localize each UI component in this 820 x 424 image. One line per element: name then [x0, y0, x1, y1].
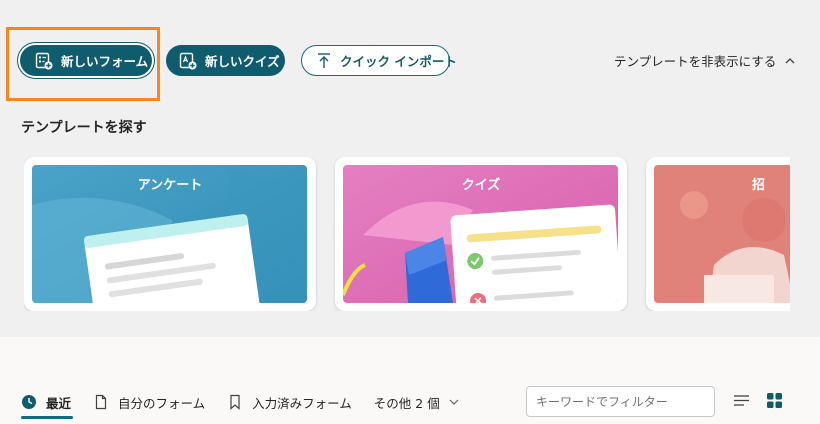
tab-filled-forms[interactable]: 入力済みフォーム: [227, 388, 352, 416]
card-title: クイズ: [461, 178, 501, 193]
tab-more[interactable]: その他 2 個: [374, 388, 460, 416]
tab-label: 自分のフォーム: [118, 395, 206, 411]
tab-label: その他 2 個: [373, 395, 440, 411]
new-quiz-label: 新しいクイズ: [205, 54, 280, 69]
card-title: アンケート: [137, 178, 203, 193]
quick-import-label: クイック インポート: [340, 54, 457, 69]
list-view-icon[interactable]: [733, 392, 750, 409]
tab-label: 入力済みフォーム: [252, 395, 352, 411]
hide-templates-label: テンプレートを非表示にする: [614, 54, 777, 69]
new-quiz-icon: [179, 52, 197, 70]
template-card-invitation[interactable]: 招: [646, 157, 790, 311]
card-title: 招: [752, 178, 766, 193]
tab-recent[interactable]: 最近: [21, 388, 74, 419]
new-form-icon: [35, 52, 53, 70]
clock-icon: [21, 394, 37, 410]
chevron-up-icon: [784, 55, 796, 67]
template-card-survey[interactable]: アンケート: [24, 157, 316, 311]
forms-tabs: 最近 自分のフォーム 入力済みフォーム その他 2 個: [21, 388, 482, 419]
tab-label: 最近: [46, 395, 72, 411]
new-form-button[interactable]: 新しいフォーム: [20, 45, 152, 76]
new-quiz-button[interactable]: 新しいクイズ: [166, 45, 285, 76]
tab-my-forms[interactable]: 自分のフォーム: [93, 388, 205, 416]
upload-icon: [316, 52, 332, 70]
templates-section-title: テンプレートを探す: [21, 120, 147, 136]
hide-templates-button[interactable]: テンプレートを非表示にする: [614, 51, 796, 70]
template-card-quiz[interactable]: クイズ: [335, 157, 627, 311]
template-carousel: アンケート クイズ 招: [24, 157, 790, 311]
filter-input[interactable]: [526, 386, 715, 417]
new-form-label: 新しいフォーム: [61, 54, 149, 69]
bookmark-icon: [227, 394, 243, 410]
chevron-down-icon: [448, 396, 460, 408]
document-icon: [93, 394, 109, 410]
grid-view-icon[interactable]: [766, 392, 783, 409]
quick-import-button[interactable]: クイック インポート: [301, 45, 457, 76]
